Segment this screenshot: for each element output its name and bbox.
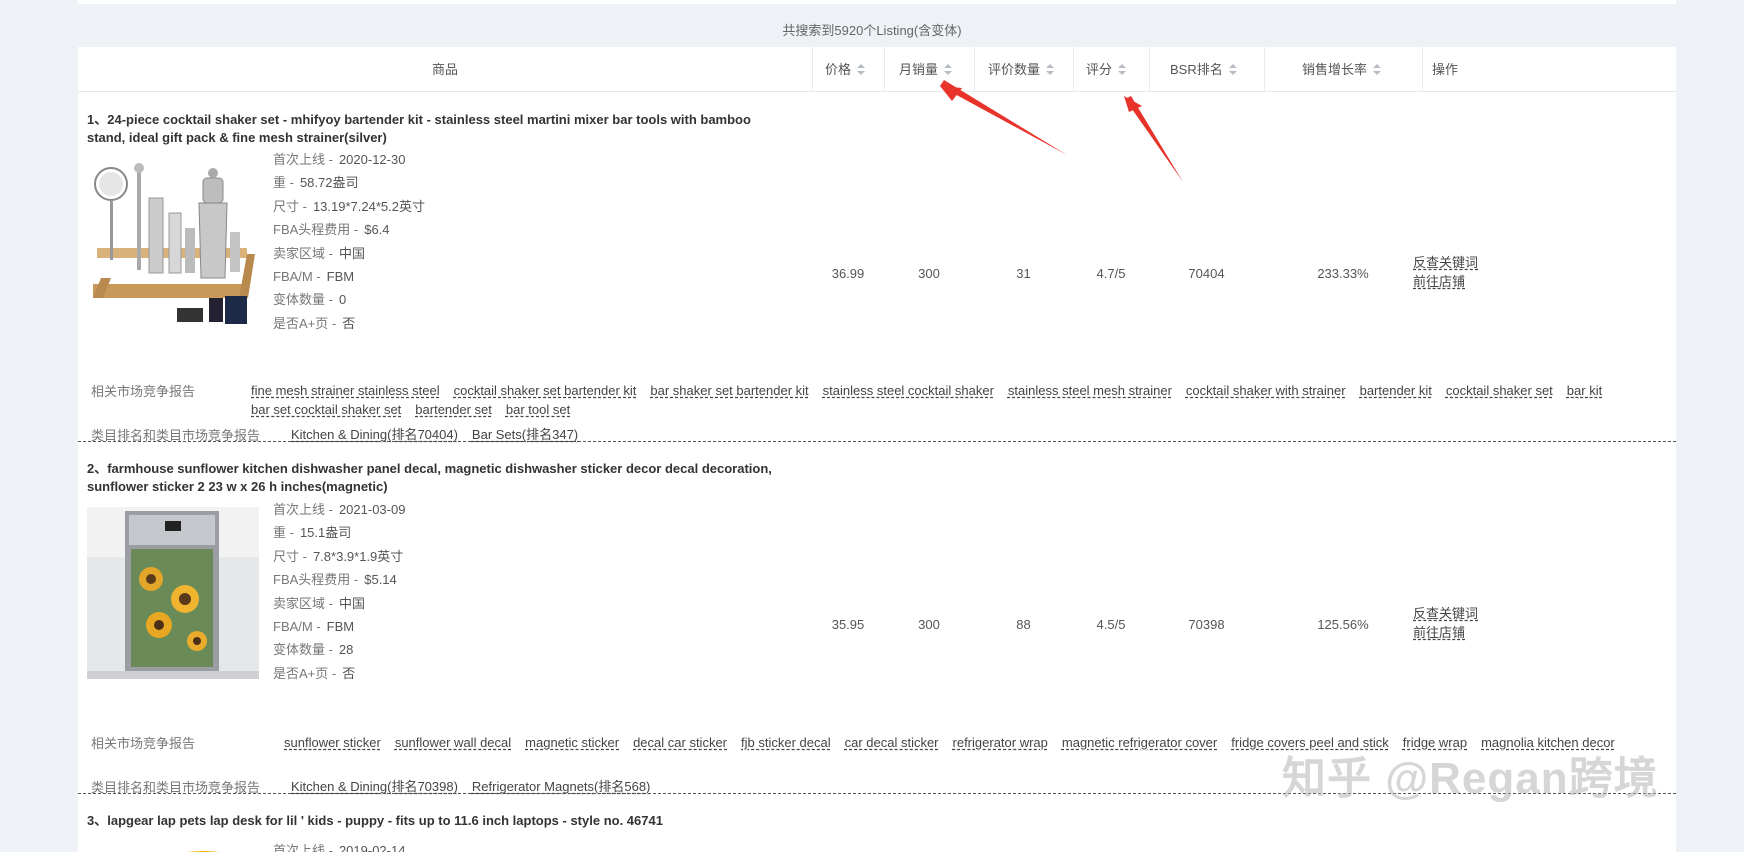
arrow-icon [940,80,1067,155]
annotation-arrows [940,80,1183,182]
arrow-icon [1124,96,1183,182]
